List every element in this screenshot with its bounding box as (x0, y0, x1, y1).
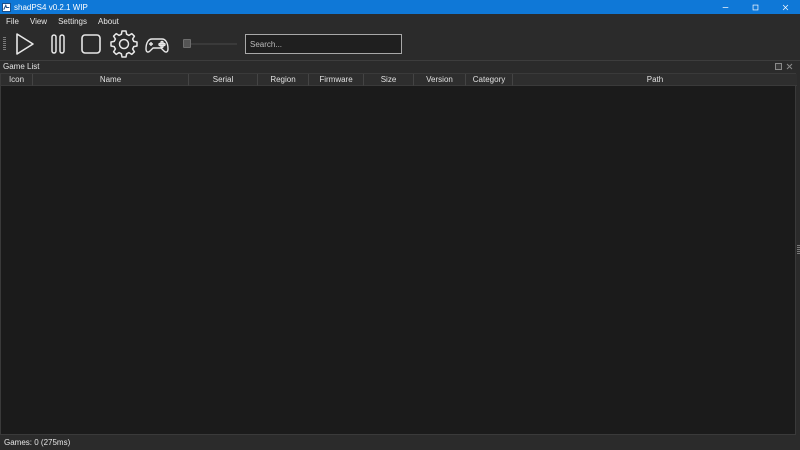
window-title: shadPS4 v0.2.1 WIP (14, 2, 88, 12)
menu-bar: File View Settings About (0, 14, 800, 28)
column-header-size[interactable]: Size (364, 74, 414, 86)
window-controls (710, 0, 800, 14)
game-list-table[interactable]: Icon Name Serial Region Firmware Size Ve… (0, 73, 797, 435)
menu-settings[interactable]: Settings (52, 17, 92, 26)
column-header-path[interactable]: Path (513, 74, 797, 86)
table-header: Icon Name Serial Region Firmware Size Ve… (1, 74, 797, 86)
status-bar: Games: 0 (275ms) (0, 435, 800, 450)
gamepad-icon (145, 38, 169, 53)
pause-icon (51, 34, 65, 54)
column-header-firmware[interactable]: Firmware (309, 74, 364, 86)
app-icon (2, 2, 11, 12)
column-header-icon[interactable]: Icon (1, 74, 33, 86)
toolbar-grip[interactable] (3, 37, 6, 51)
menu-file[interactable]: File (0, 17, 24, 26)
stop-icon (81, 34, 101, 54)
close-icon (786, 63, 793, 70)
maximize-icon (752, 4, 758, 10)
settings-button[interactable] (110, 30, 138, 58)
game-list-dock-title: Game List (0, 61, 800, 72)
slider-handle[interactable] (183, 39, 191, 48)
play-icon (16, 33, 34, 55)
play-button[interactable] (10, 30, 38, 58)
menu-about[interactable]: About (92, 17, 124, 26)
close-icon (782, 4, 788, 10)
maximize-button[interactable] (740, 0, 770, 14)
close-button[interactable] (770, 0, 800, 14)
gear-icon (110, 30, 138, 58)
dock-title-label: Game List (3, 62, 40, 71)
search-input[interactable] (245, 34, 402, 54)
minimize-button[interactable] (710, 0, 740, 14)
dock-float-button[interactable] (775, 63, 782, 70)
title-bar: shadPS4 v0.2.1 WIP (0, 0, 800, 14)
dock-close-button[interactable] (786, 63, 793, 70)
menu-view[interactable]: View (24, 17, 52, 26)
column-header-name[interactable]: Name (33, 74, 189, 86)
games-count-status: Games: 0 (275ms) (4, 438, 71, 447)
column-header-serial[interactable]: Serial (189, 74, 258, 86)
pause-button[interactable] (44, 30, 72, 58)
column-header-region[interactable]: Region (258, 74, 309, 86)
icon-size-slider[interactable] (183, 38, 238, 50)
slider-track (187, 43, 237, 45)
controller-button[interactable] (143, 30, 171, 58)
float-icon (775, 63, 782, 70)
column-header-category[interactable]: Category (466, 74, 513, 86)
stop-button[interactable] (77, 30, 105, 58)
column-header-version[interactable]: Version (414, 74, 466, 86)
minimize-icon (722, 6, 728, 8)
